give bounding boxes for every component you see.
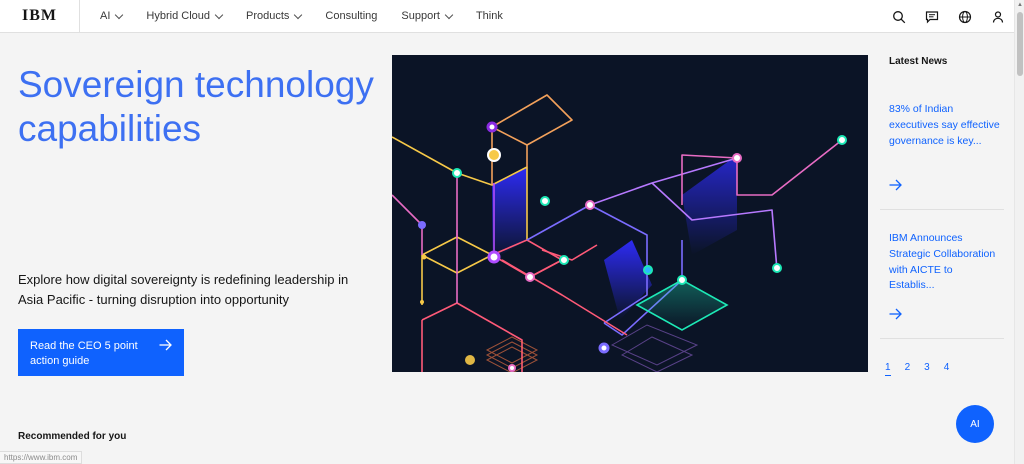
- nav-item-hybrid-cloud[interactable]: Hybrid Cloud: [134, 0, 234, 33]
- nav-menu: AI Hybrid Cloud Products Consulting Supp…: [80, 0, 515, 33]
- status-url: https://www.ibm.com: [0, 451, 83, 464]
- page-link-1[interactable]: 1: [885, 362, 891, 376]
- arrow-right-icon[interactable]: [889, 307, 902, 325]
- top-nav: IBM AI Hybrid Cloud Products Consulting …: [0, 0, 1014, 33]
- hero-illustration: [392, 55, 868, 372]
- news-pagination: 1 2 3 4: [885, 362, 949, 376]
- nav-item-label: Products: [246, 10, 290, 22]
- scroll-thumb[interactable]: [1017, 12, 1023, 76]
- search-icon[interactable]: [882, 0, 915, 33]
- nav-item-ai[interactable]: AI: [88, 0, 134, 33]
- news-item-1[interactable]: 83% of Indian executives say effective g…: [889, 102, 1001, 149]
- user-icon[interactable]: [981, 0, 1014, 33]
- chat-icon[interactable]: [915, 0, 948, 33]
- cta-label: Read the CEO 5 point action guide: [30, 340, 138, 368]
- page-link-3[interactable]: 3: [924, 362, 930, 376]
- hero-title: Sovereign technology capabilities: [18, 64, 374, 150]
- read-guide-button[interactable]: Read the CEO 5 point action guide: [18, 329, 184, 376]
- ai-label: AI: [970, 418, 980, 430]
- recommended-heading: Recommended for you: [18, 431, 127, 442]
- nav-item-label: AI: [100, 10, 111, 22]
- hero-description: Explore how digital sovereignty is redef…: [18, 272, 349, 307]
- arrow-right-icon[interactable]: [889, 178, 902, 196]
- arrow-right-icon: [159, 339, 172, 356]
- globe-icon[interactable]: [948, 0, 981, 33]
- chevron-down-icon: [115, 10, 124, 19]
- news-divider: [880, 338, 1004, 339]
- chevron-down-icon: [444, 10, 454, 19]
- nav-item-products[interactable]: Products: [234, 0, 313, 33]
- scroll-up-icon[interactable]: ▲: [1017, 2, 1023, 8]
- nav-item-support[interactable]: Support: [389, 0, 464, 33]
- page-scrollbar[interactable]: ▲: [1014, 0, 1024, 464]
- nav-item-label: Hybrid Cloud: [146, 10, 210, 22]
- ibm-logo[interactable]: IBM: [0, 0, 80, 33]
- page-link-4[interactable]: 4: [944, 362, 950, 376]
- news-item-2[interactable]: IBM Announces Strategic Collaboration wi…: [889, 231, 1001, 294]
- nav-item-label: Consulting: [325, 10, 378, 22]
- nav-item-think[interactable]: Think: [464, 0, 515, 33]
- news-divider: [880, 209, 1004, 210]
- nav-item-consulting[interactable]: Consulting: [313, 0, 389, 33]
- page-link-2[interactable]: 2: [905, 362, 911, 376]
- ai-assistant-button[interactable]: AI: [956, 405, 994, 443]
- nav-utility-icons: [882, 0, 1014, 33]
- latest-news-heading: Latest News: [889, 56, 948, 67]
- logo-text: IBM: [22, 7, 57, 24]
- chevron-down-icon: [214, 10, 224, 19]
- nav-item-label: Think: [475, 10, 503, 22]
- chevron-down-icon: [294, 10, 303, 19]
- nav-item-label: Support: [401, 10, 440, 22]
